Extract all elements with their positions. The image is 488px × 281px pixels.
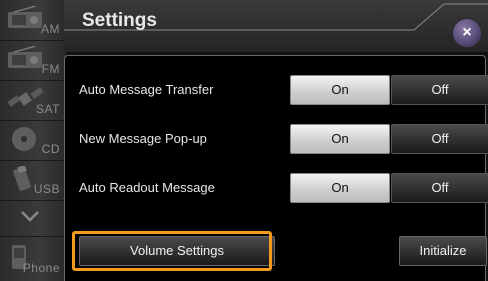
volume-settings-highlight bbox=[72, 231, 272, 271]
setting-label: Auto Message Transfer bbox=[79, 82, 214, 97]
source-phone-button[interactable]: Phone bbox=[0, 237, 64, 281]
radio-fm-icon bbox=[6, 45, 46, 72]
source-am-label: AM bbox=[41, 22, 60, 36]
source-cd-label: CD bbox=[41, 142, 60, 156]
close-icon: × bbox=[462, 24, 472, 41]
off-button[interactable]: Off bbox=[391, 124, 488, 154]
setting-row-auto-readout-message: Auto Readout Message On Off bbox=[65, 171, 488, 205]
initialize-button[interactable]: Initialize bbox=[399, 236, 487, 266]
source-sat-label: SAT bbox=[36, 102, 60, 116]
source-sidebar: AM FM SAT CD USB Phone bbox=[0, 0, 66, 281]
on-button[interactable]: On bbox=[290, 75, 390, 105]
source-more-button[interactable] bbox=[0, 200, 64, 237]
setting-label: New Message Pop-up bbox=[79, 131, 207, 146]
on-button[interactable]: On bbox=[290, 173, 390, 203]
source-fm-label: FM bbox=[41, 62, 60, 76]
setting-label: Auto Readout Message bbox=[79, 180, 215, 195]
source-phone-label: Phone bbox=[22, 261, 60, 275]
source-usb-button[interactable]: USB bbox=[0, 160, 64, 201]
radio-am-icon bbox=[6, 5, 46, 32]
source-usb-label: USB bbox=[33, 182, 60, 196]
off-button[interactable]: Off bbox=[391, 173, 488, 203]
source-am-button[interactable]: AM bbox=[0, 0, 64, 41]
page-title: Settings bbox=[82, 10, 157, 31]
title-bar: Settings bbox=[64, 0, 488, 52]
setting-row-new-message-popup: New Message Pop-up On Off bbox=[65, 122, 488, 156]
chevron-down-icon bbox=[18, 206, 42, 226]
settings-screen: AM FM SAT CD USB Phone Settings × Auto M… bbox=[0, 0, 488, 281]
source-sat-button[interactable]: SAT bbox=[0, 80, 64, 121]
source-cd-button[interactable]: CD bbox=[0, 120, 64, 161]
on-button[interactable]: On bbox=[290, 124, 390, 154]
off-button[interactable]: Off bbox=[391, 75, 488, 105]
source-fm-button[interactable]: FM bbox=[0, 40, 64, 81]
close-button[interactable]: × bbox=[452, 18, 482, 48]
disc-icon bbox=[6, 126, 46, 152]
setting-row-auto-message-transfer: Auto Message Transfer On Off bbox=[65, 73, 488, 107]
